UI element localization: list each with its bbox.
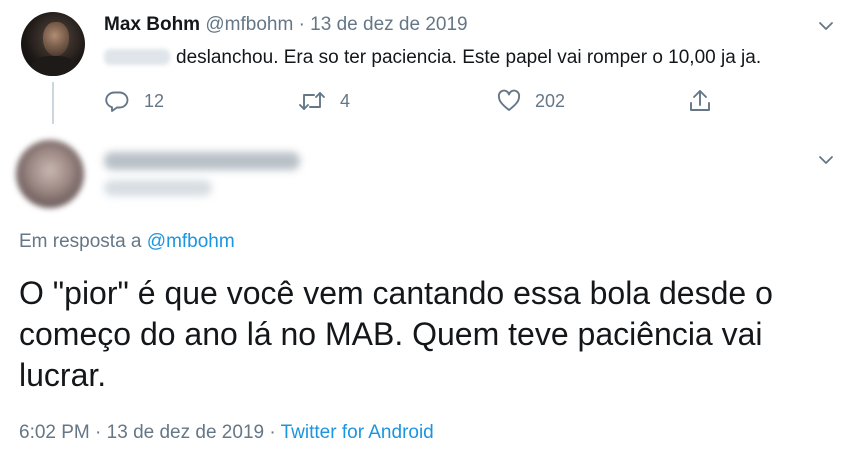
meta-separator: · [298,14,305,35]
tweet-text: deslanchou. Era so ter paciencia. Este p… [104,46,761,70]
blurred-mention [104,49,170,65]
footer-separator: · [269,422,276,443]
share-button[interactable] [688,88,712,114]
reply-context: Em resposta a @mfbohm [19,230,235,254]
reply-handle-link[interactable]: @mfbohm [147,231,235,252]
reply-button[interactable]: 12 [104,88,164,114]
share-icon [690,90,710,111]
thread-connector-line [52,82,54,124]
retweet-button[interactable]: 4 [298,88,350,114]
reply-icon [105,91,129,112]
focused-tweet-text: O "pior" é que você vem cantando essa bo… [19,275,773,393]
author-name[interactable]: Max Bohm [104,14,200,35]
replier-avatar-blurred[interactable] [16,140,84,208]
retweet-count: 4 [340,90,351,111]
avatar-face [43,22,69,56]
tweet-header: Max Bohm @mfbohm · 13 de dez de 2019 [104,13,468,37]
reply-prefix: Em resposta a [19,231,142,252]
like-icon [497,89,521,111]
reply-count: 12 [144,90,165,111]
replier-name-blurred [104,152,300,170]
chevron-down-icon[interactable] [818,18,834,34]
like-button[interactable]: 202 [497,88,565,114]
tweet-time[interactable]: 6:02 PM [19,422,90,443]
author-avatar[interactable] [21,12,85,76]
tweet-footer: 6:02 PM · 13 de dez de 2019 · Twitter fo… [19,421,434,445]
avatar-shoulders [31,56,77,76]
like-count: 202 [535,90,566,111]
tweet-date[interactable]: 13 de dez de 2019 [107,422,264,443]
author-handle[interactable]: @mfbohm [205,14,293,35]
tweet-text-content: deslanchou. Era so ter paciencia. Este p… [176,47,762,68]
retweet-icon [299,92,325,110]
footer-separator: · [95,422,102,443]
tweet-date[interactable]: 13 de dez de 2019 [310,14,467,35]
chevron-down-icon[interactable] [818,152,834,168]
replier-handle-blurred [104,180,212,196]
parent-tweet: Max Bohm @mfbohm · 13 de dez de 2019 des… [0,0,850,125]
tweet-source-link[interactable]: Twitter for Android [281,422,434,443]
